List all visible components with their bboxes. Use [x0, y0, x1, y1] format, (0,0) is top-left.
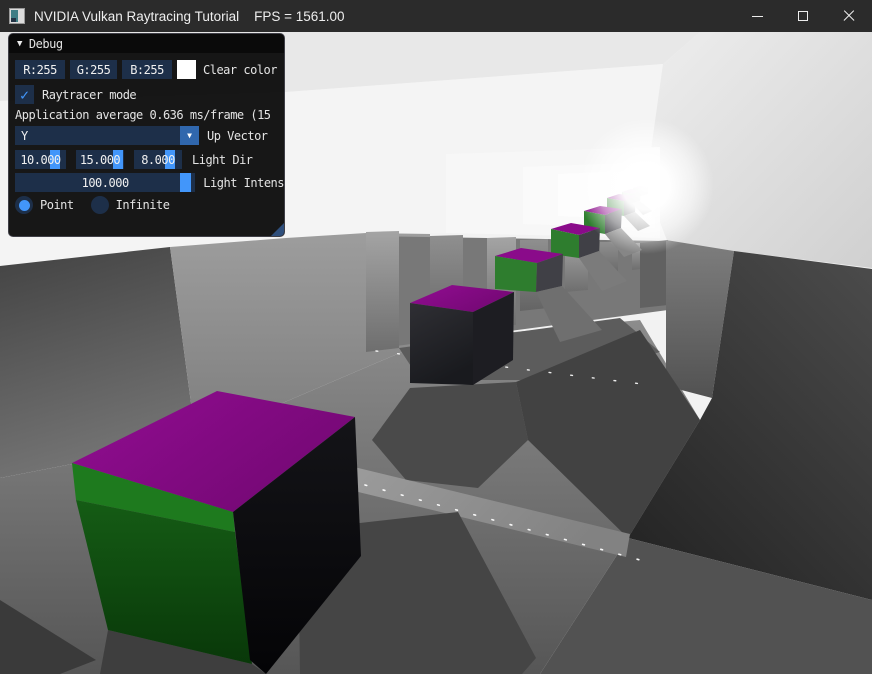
- close-icon: [843, 10, 855, 22]
- titlebar[interactable]: NVIDIA Vulkan Raytracing Tutorial FPS = …: [0, 0, 872, 32]
- raytracer-mode-label: Raytracer mode: [42, 88, 136, 102]
- app-icon: [9, 8, 25, 24]
- up-vector-value: Y: [21, 129, 28, 143]
- collapse-arrow-icon[interactable]: ▼: [17, 39, 22, 49]
- clear-color-label: Clear color: [203, 63, 277, 77]
- cube-small-4: [551, 223, 600, 258]
- light-dir-x-drag[interactable]: 10.000: [15, 150, 66, 169]
- combo-arrow-button[interactable]: ▼: [180, 126, 199, 145]
- up-vector-combo[interactable]: Y ▼: [15, 126, 199, 145]
- maximize-button[interactable]: [780, 0, 826, 32]
- app-window: NVIDIA Vulkan Raytracing Tutorial FPS = …: [0, 0, 872, 674]
- window-title: NVIDIA Vulkan Raytracing Tutorial: [34, 9, 239, 24]
- minimize-button[interactable]: [734, 0, 780, 32]
- light-glow: [578, 118, 714, 254]
- debug-panel: ▼ Debug R:255 G:255 B:255 Clear color ✓: [8, 33, 285, 237]
- clear-color-r-field[interactable]: R:255: [15, 60, 65, 79]
- light-dir-label: Light Dir: [192, 153, 253, 167]
- raytracer-mode-checkbox[interactable]: ✓: [15, 85, 34, 104]
- light-intensity-label: Light Intens: [203, 176, 284, 190]
- checkmark-icon: ✓: [20, 86, 29, 104]
- debug-panel-title: Debug: [29, 37, 63, 51]
- maximize-icon: [798, 11, 808, 21]
- clear-color-g-field[interactable]: G:255: [70, 60, 117, 79]
- minimize-icon: [752, 16, 763, 17]
- light-type-infinite-label: Infinite: [116, 198, 170, 212]
- light-type-point-radio[interactable]: [15, 196, 33, 214]
- light-type-infinite-radio[interactable]: [91, 196, 109, 214]
- cube-small-3: [495, 248, 563, 292]
- fps-counter: FPS = 1561.00: [254, 9, 344, 24]
- light-type-point-label: Point: [40, 198, 74, 212]
- slider-grab[interactable]: [180, 173, 191, 192]
- clear-color-swatch[interactable]: [177, 60, 196, 79]
- close-button[interactable]: [826, 0, 872, 32]
- clear-color-b-field[interactable]: B:255: [122, 60, 172, 79]
- chevron-down-icon: ▼: [187, 131, 192, 140]
- window-controls: [734, 0, 872, 32]
- light-dir-z-drag[interactable]: 8.000: [134, 150, 182, 169]
- frame-stats-text: Application average 0.636 ms/frame (15: [15, 108, 271, 122]
- light-intensity-slider[interactable]: 100.000: [15, 173, 195, 192]
- debug-panel-titlebar[interactable]: ▼ Debug: [9, 34, 284, 53]
- panel-resize-grip[interactable]: [271, 223, 284, 236]
- light-dir-y-drag[interactable]: 15.000: [76, 150, 124, 169]
- up-vector-label: Up Vector: [207, 129, 268, 143]
